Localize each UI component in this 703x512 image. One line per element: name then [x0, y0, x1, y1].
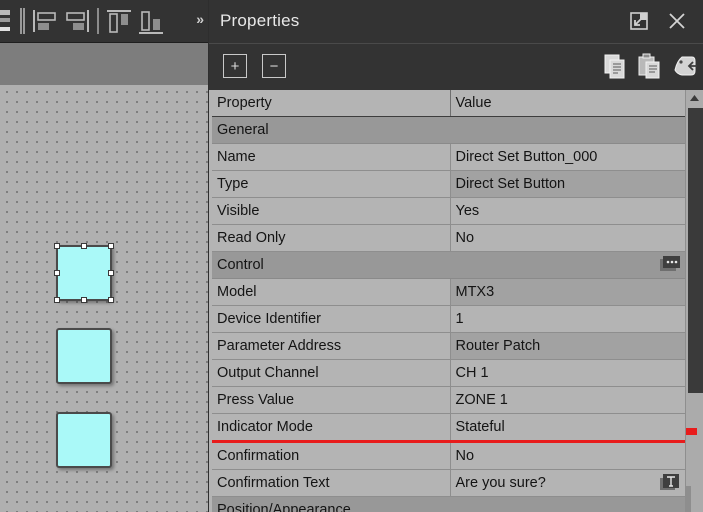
property-value-text: Are you sure?: [455, 475, 546, 491]
property-value[interactable]: Direct Set Button: [450, 170, 685, 198]
align-bottom-button[interactable]: [135, 4, 167, 38]
plus-icon: +: [230, 57, 240, 75]
property-label: Type: [212, 170, 451, 198]
property-label: Name: [212, 143, 451, 171]
selection-handle-ne[interactable]: [108, 243, 114, 249]
property-label: Model: [212, 278, 451, 306]
section-row-control[interactable]: Control: [212, 251, 685, 279]
table-row-confirmation-text[interactable]: Confirmation Text Are you sure?: [212, 469, 685, 497]
scrollbar-thumb[interactable]: [688, 108, 703, 393]
ellipsis-icon[interactable]: [660, 256, 680, 273]
close-icon[interactable]: [663, 7, 691, 35]
toolbar-separator: [20, 8, 25, 34]
property-value[interactable]: Yes: [450, 197, 685, 225]
property-value[interactable]: Are you sure?: [450, 469, 685, 497]
property-value[interactable]: Stateful: [450, 413, 685, 443]
column-header-value[interactable]: Value: [450, 90, 685, 117]
selection-frame: [54, 243, 114, 303]
property-label: Indicator Mode: [212, 413, 451, 443]
minus-icon: −: [269, 57, 279, 75]
table-row-read-only[interactable]: Read Only No: [212, 224, 685, 252]
properties-grid[interactable]: Property Value General Name Direct Set B…: [209, 90, 703, 512]
table-row-device-identifier[interactable]: Device Identifier 1: [212, 305, 685, 333]
section-label: General: [212, 116, 450, 144]
property-label: Press Value: [212, 386, 451, 414]
table-row-model[interactable]: Model MTX3: [212, 278, 685, 306]
scrollbar-error-marker: [686, 428, 697, 435]
selection-handle-nw[interactable]: [54, 243, 60, 249]
expand-all-button[interactable]: +: [223, 54, 247, 78]
properties-titlebar: Properties: [209, 0, 703, 44]
float-undock-icon[interactable]: [626, 7, 654, 35]
selection-handle-sw[interactable]: [54, 297, 60, 303]
section-value: [450, 496, 685, 512]
property-label: Device Identifier: [212, 305, 451, 333]
properties-toolbar: + −: [209, 44, 703, 91]
align-right-button[interactable]: [61, 4, 93, 38]
property-label: Parameter Address: [212, 332, 451, 360]
tag-icon[interactable]: [670, 52, 700, 82]
property-value[interactable]: CH 1: [450, 359, 685, 387]
vertical-scrollbar[interactable]: [685, 90, 703, 512]
table-row-indicator-mode[interactable]: Indicator Mode Stateful: [212, 413, 685, 443]
selection-handle-s[interactable]: [81, 297, 87, 303]
paste-icon[interactable]: [635, 52, 665, 82]
property-value[interactable]: No: [450, 224, 685, 252]
property-value[interactable]: ZONE 1: [450, 386, 685, 414]
grid-body: General Name Direct Set Button_000 Type …: [212, 116, 685, 512]
section-label: Position/Appearance: [212, 496, 450, 512]
table-row-type[interactable]: Type Direct Set Button: [212, 170, 685, 198]
property-value[interactable]: MTX3: [450, 278, 685, 306]
toolbar-overflow-chevron-icon[interactable]: »: [196, 11, 204, 27]
app-root: » Properties + − Property Value General …: [0, 0, 703, 512]
page-title: Properties: [220, 11, 300, 30]
section-row-position-appearance[interactable]: Position/Appearance: [212, 496, 685, 512]
selection-handle-w[interactable]: [54, 270, 60, 276]
property-value[interactable]: No: [450, 441, 685, 470]
collapse-all-button[interactable]: −: [262, 54, 286, 78]
text-edit-icon[interactable]: [660, 474, 680, 491]
toolbar-separator-2: [97, 8, 99, 34]
scroll-up-icon[interactable]: [686, 90, 703, 106]
section-label: Control: [212, 251, 450, 279]
direct-set-button-001[interactable]: [56, 328, 112, 384]
table-row-press-value[interactable]: Press Value ZONE 1: [212, 386, 685, 414]
property-label: Confirmation: [212, 441, 451, 470]
grid-header-row: Property Value: [212, 90, 685, 117]
editor-pane: »: [0, 0, 208, 512]
section-row-general[interactable]: General: [212, 116, 685, 144]
property-label: Confirmation Text: [212, 469, 451, 497]
table-row-name[interactable]: Name Direct Set Button_000: [212, 143, 685, 171]
selection-handle-e[interactable]: [108, 270, 114, 276]
scrollbar-bottom-stub: [686, 486, 691, 512]
section-value: [450, 251, 685, 279]
design-canvas[interactable]: [0, 85, 208, 512]
copy-icon[interactable]: [601, 52, 631, 82]
property-value[interactable]: Router Patch: [450, 332, 685, 360]
table-row-output-channel[interactable]: Output Channel CH 1: [212, 359, 685, 387]
toolbar-overflow-partial-icons: [0, 6, 18, 38]
property-value[interactable]: Direct Set Button_000: [450, 143, 685, 171]
column-header-property[interactable]: Property: [212, 90, 451, 117]
table-row-visible[interactable]: Visible Yes: [212, 197, 685, 225]
direct-set-button-002[interactable]: [56, 412, 112, 468]
align-toolbar: »: [0, 0, 208, 43]
table-row-parameter-address[interactable]: Parameter Address Router Patch: [212, 332, 685, 360]
selection-handle-se[interactable]: [108, 297, 114, 303]
align-top-button[interactable]: [103, 4, 135, 38]
property-value[interactable]: 1: [450, 305, 685, 333]
selection-handle-n[interactable]: [81, 243, 87, 249]
table-row-confirmation[interactable]: Confirmation No: [212, 441, 685, 470]
align-left-button[interactable]: [29, 4, 61, 38]
properties-panel: Properties + − Property Value General Na…: [209, 0, 703, 512]
property-label: Read Only: [212, 224, 451, 252]
canvas-top-band: [0, 43, 208, 85]
property-label: Output Channel: [212, 359, 451, 387]
section-value: [450, 116, 685, 144]
property-label: Visible: [212, 197, 451, 225]
direct-set-button-000[interactable]: [56, 245, 112, 301]
